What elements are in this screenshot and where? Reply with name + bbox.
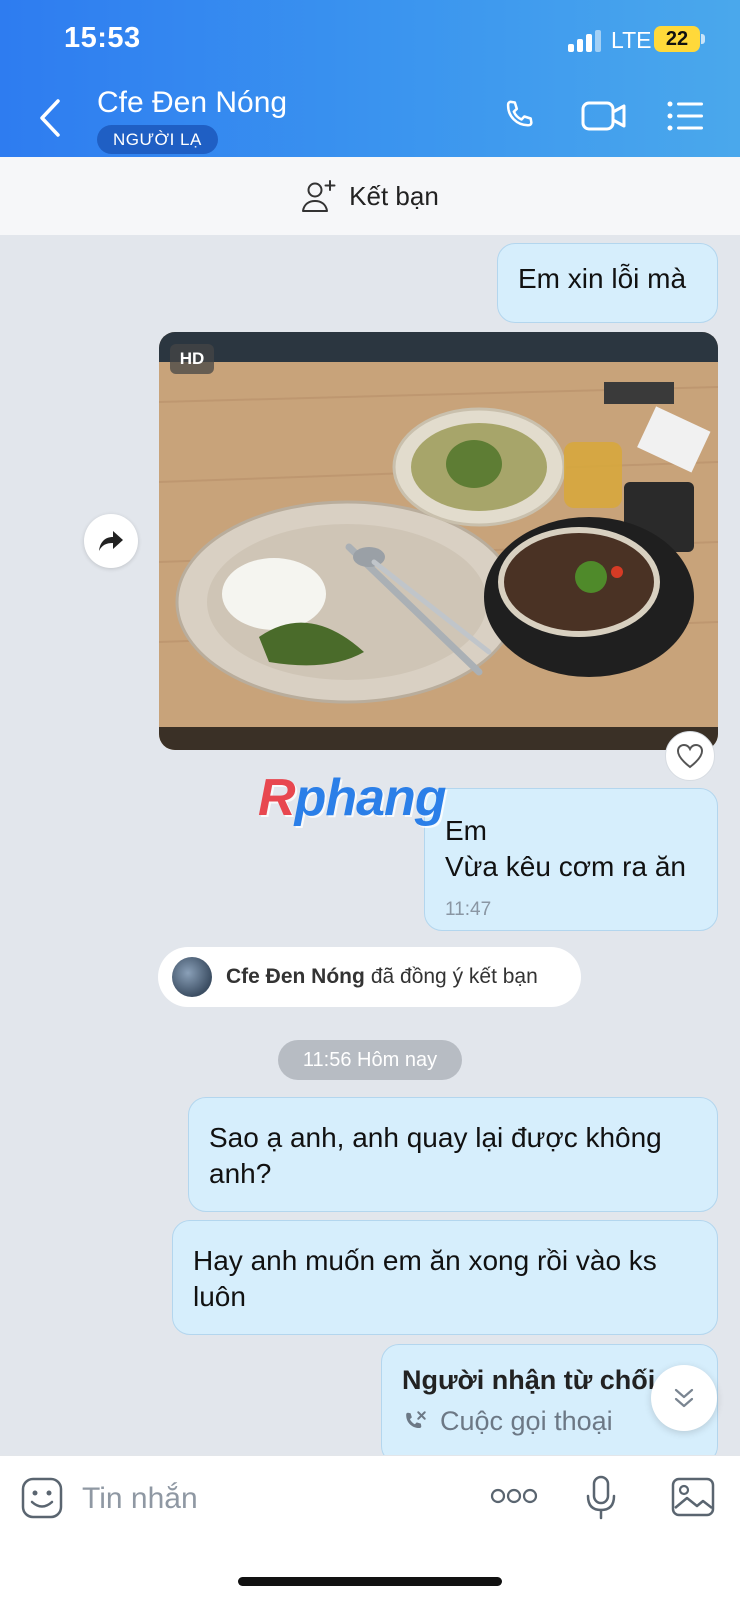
scroll-to-bottom-button[interactable] bbox=[651, 1365, 717, 1431]
chevron-left-icon bbox=[40, 99, 60, 137]
missed-call-icon bbox=[406, 1410, 426, 1428]
chat-header: 15:53 LTE 22 Cfe Đen Nóng NGƯỜI LẠ bbox=[0, 0, 740, 157]
image-gallery-icon bbox=[671, 1477, 715, 1517]
sticker-icon bbox=[21, 1477, 63, 1519]
call-type-label: Cuộc gọi thoại bbox=[440, 1406, 613, 1436]
video-call-button[interactable] bbox=[580, 96, 628, 141]
hd-badge: HD bbox=[170, 344, 214, 374]
message-bubble[interactable]: Em xin lỗi mà bbox=[497, 243, 718, 323]
status-time: 15:53 bbox=[64, 22, 141, 54]
menu-button[interactable] bbox=[666, 96, 706, 141]
double-chevron-down-icon bbox=[674, 1388, 694, 1408]
message-text: Sao ạ anh, anh quay lại được không anh? bbox=[209, 1122, 662, 1189]
add-user-icon bbox=[302, 180, 336, 212]
add-friend-label: Kết bạn bbox=[349, 180, 439, 211]
message-bubble[interactable]: Sao ạ anh, anh quay lại được không anh? bbox=[188, 1097, 718, 1212]
signal-icon bbox=[568, 30, 602, 52]
message-bubble[interactable]: Hay anh muốn em ăn xong rồi vào ks luôn bbox=[172, 1220, 718, 1335]
back-button[interactable] bbox=[32, 95, 68, 141]
message-bubble[interactable]: Em Vừa kêu cơm ra ăn 11:47 bbox=[424, 788, 718, 931]
message-text: Em xin lỗi mà bbox=[518, 263, 687, 294]
call-button[interactable] bbox=[500, 96, 540, 141]
forward-arrow-icon bbox=[99, 531, 123, 551]
add-friend-button[interactable]: Kết bạn bbox=[0, 157, 740, 235]
message-timestamp: 11:47 bbox=[445, 899, 492, 920]
voice-record-button[interactable] bbox=[584, 1474, 618, 1527]
react-button[interactable] bbox=[665, 731, 715, 781]
watermark-logo: Rphang bbox=[258, 769, 447, 827]
network-type: LTE bbox=[611, 27, 652, 53]
heart-icon bbox=[676, 743, 704, 769]
date-separator: 11:56 Hôm nay bbox=[278, 1040, 462, 1080]
message-input[interactable] bbox=[82, 1474, 462, 1524]
avatar bbox=[172, 957, 212, 997]
notice-contact-name: Cfe Đen Nóng bbox=[226, 965, 365, 988]
message-text: Em bbox=[445, 815, 487, 846]
send-image-button[interactable] bbox=[670, 1476, 716, 1523]
message-text: Vừa kêu cơm ra ăn bbox=[445, 851, 686, 882]
food-photo bbox=[159, 332, 718, 750]
video-camera-icon bbox=[581, 101, 626, 131]
home-indicator bbox=[238, 1577, 502, 1586]
message-text: Hay anh muốn em ăn xong rồi vào ks luôn bbox=[193, 1245, 657, 1312]
message-composer bbox=[0, 1455, 740, 1600]
forward-button[interactable] bbox=[84, 514, 138, 568]
contact-name[interactable]: Cfe Đen Nóng bbox=[97, 86, 287, 120]
more-dots-icon bbox=[490, 1488, 538, 1504]
phone-icon bbox=[506, 100, 533, 127]
battery-level: 22 bbox=[654, 26, 700, 52]
battery-icon bbox=[701, 34, 705, 44]
sticker-button[interactable] bbox=[20, 1476, 64, 1525]
list-menu-icon bbox=[667, 101, 703, 131]
notice-text: đã đồng ý kết bạn bbox=[370, 965, 538, 988]
more-options-button[interactable] bbox=[490, 1486, 538, 1511]
photo-message[interactable] bbox=[159, 332, 718, 750]
stranger-badge: NGƯỜI LẠ bbox=[97, 125, 218, 154]
friend-accepted-notice: Cfe Đen Nóng đã đồng ý kết bạn bbox=[158, 947, 581, 1007]
microphone-icon bbox=[586, 1475, 616, 1520]
